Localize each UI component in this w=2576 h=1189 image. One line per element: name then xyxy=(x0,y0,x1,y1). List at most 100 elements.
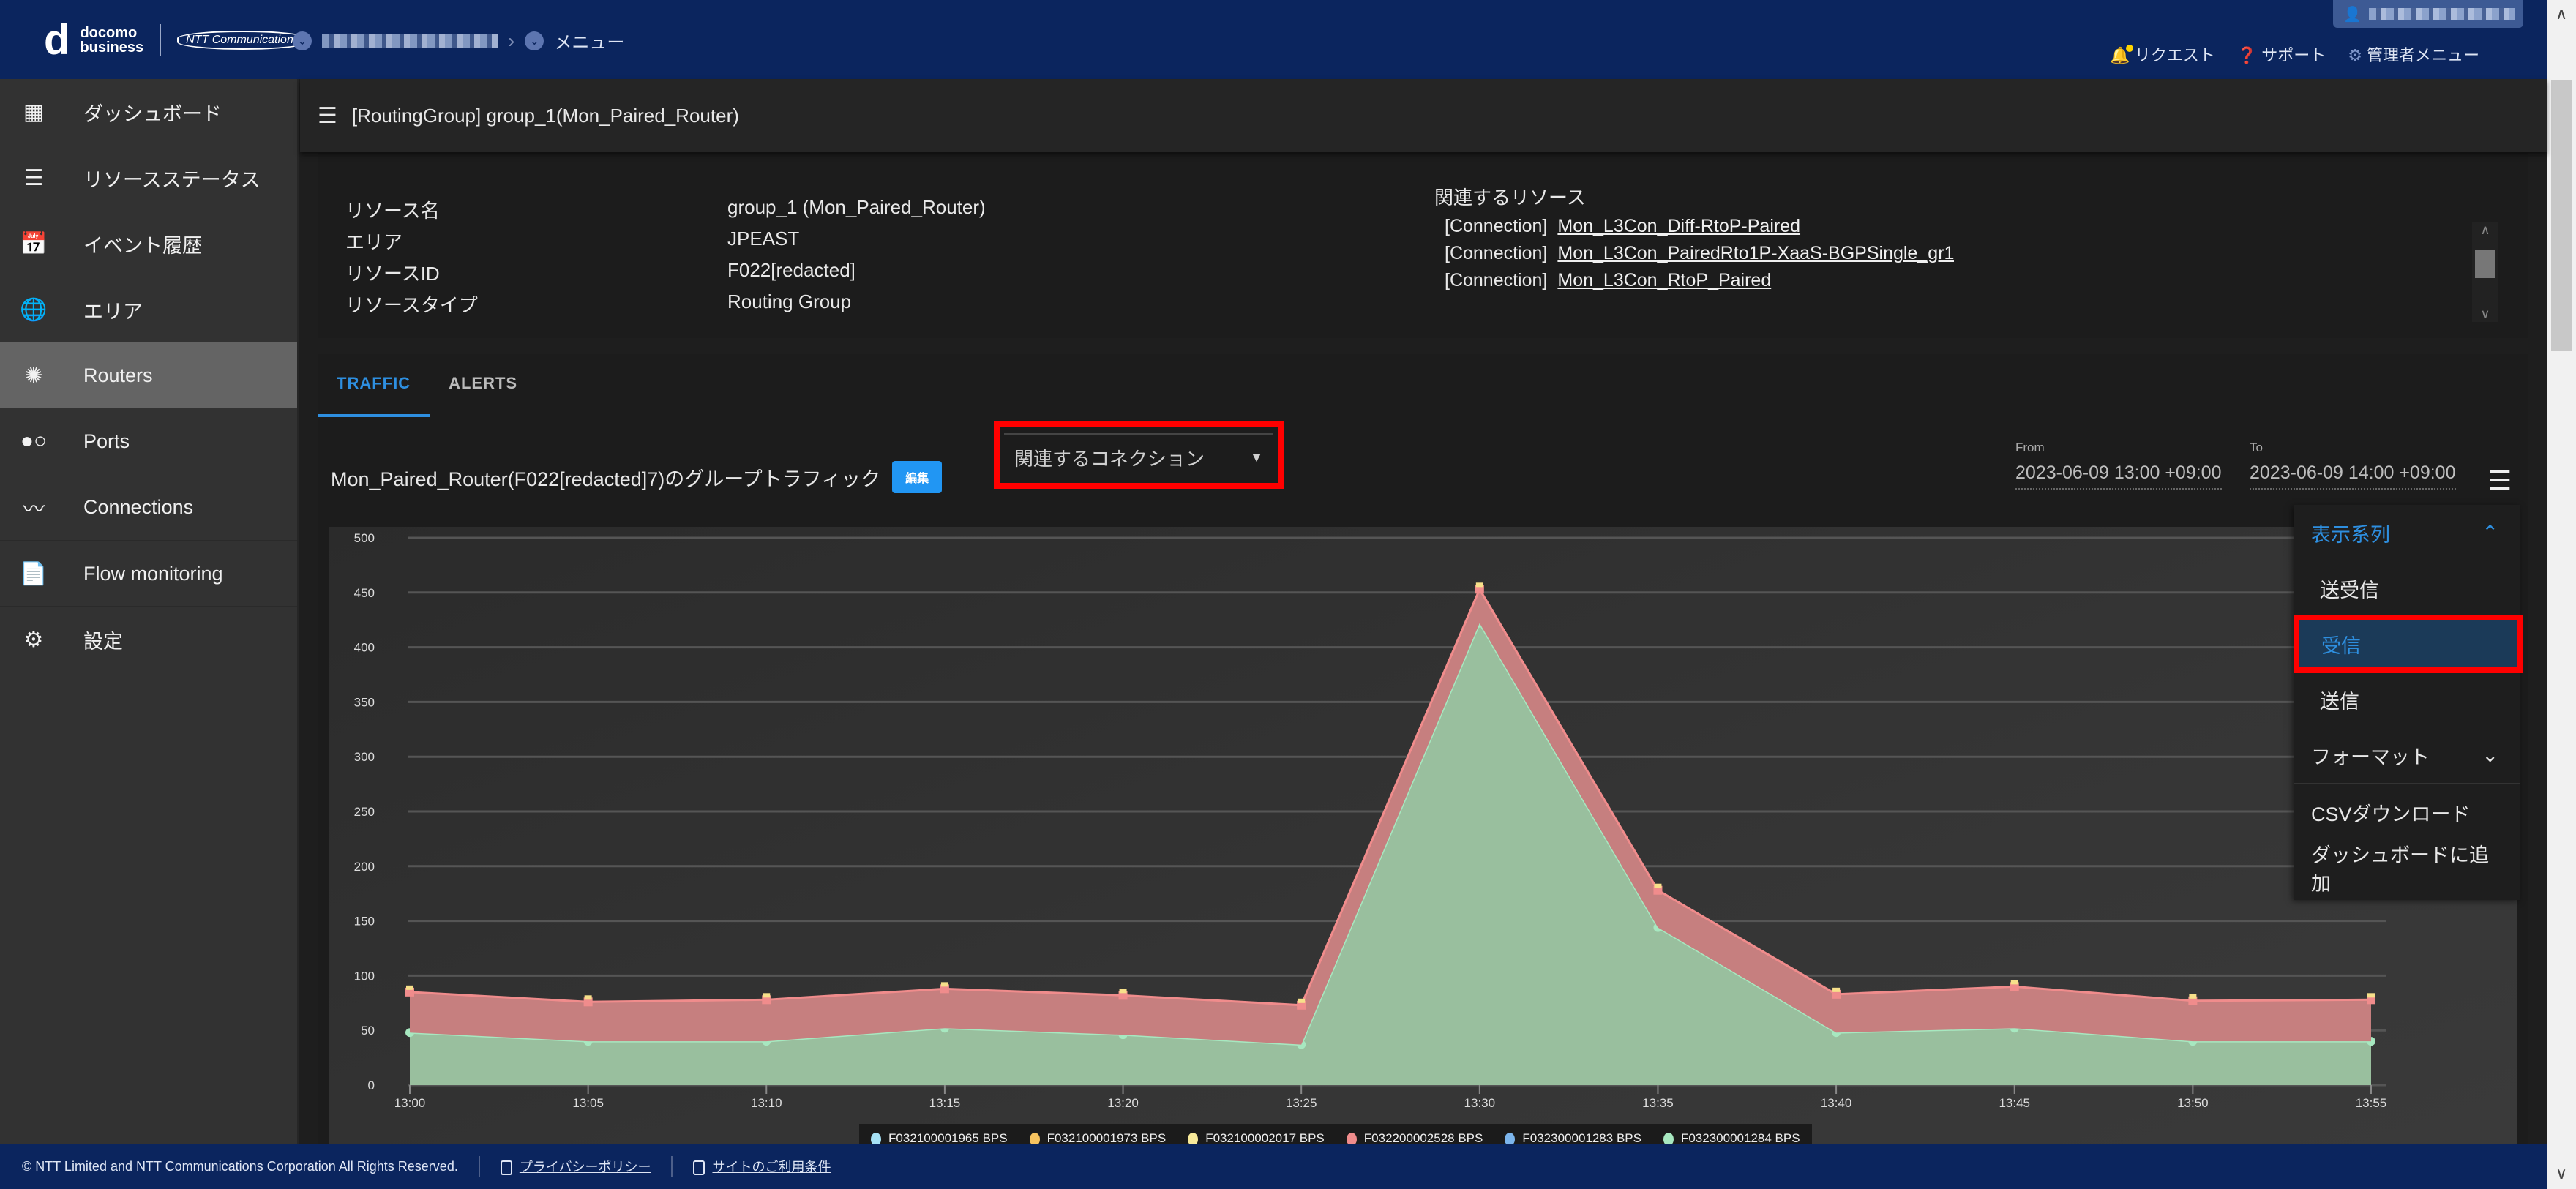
y-tick-label: 300 xyxy=(354,750,375,764)
sidebar-item-area[interactable]: 🌐 エリア xyxy=(0,277,297,342)
related-connection-select-highlight: 関連するコネクション ▼ xyxy=(994,421,1284,489)
breadcrumb-tenant[interactable] xyxy=(322,33,498,48)
menu-series-send[interactable]: 送信 xyxy=(2294,672,2520,727)
to-field[interactable]: To 2023-06-09 14:00 +09:00 xyxy=(2250,440,2456,490)
sidebar-item-label: リソースステータス xyxy=(83,168,261,191)
y-tick-label: 200 xyxy=(354,860,375,874)
copyright: © NTT Limited and NTT Communications Cor… xyxy=(22,1158,458,1174)
window-scrollbar[interactable]: ∧ ∨ xyxy=(2547,0,2576,1189)
related-resource-link[interactable]: Mon_L3Con_RtoP_Paired xyxy=(1557,270,1771,290)
scroll-down-icon[interactable]: ∨ xyxy=(2472,307,2498,322)
sidebar-item-settings[interactable]: ⚙ 設定 xyxy=(0,606,297,672)
related-list-scrollbar[interactable]: ∧ ∨ xyxy=(2472,222,2498,322)
privacy-policy-link[interactable]: プライバシーポリシー xyxy=(520,1160,651,1174)
list-item: [Connection] Mon_L3Con_Diff-RtoP-Paired xyxy=(1445,216,1954,237)
user-name-redacted xyxy=(2368,8,2515,20)
chart-menu-icon[interactable]: ☰ xyxy=(2488,465,2512,496)
docomo-business-logo[interactable]: d docomo business NTT Communications xyxy=(44,19,308,61)
resource-type: [Connection] xyxy=(1445,270,1548,290)
scrollbar-thumb[interactable] xyxy=(2475,250,2496,278)
scroll-up-icon[interactable]: ∧ xyxy=(2547,4,2576,23)
field-label: エリア xyxy=(345,231,403,253)
traffic-panel: TRAFFIC ALERTS Mon_Paired_Router(F022[re… xyxy=(318,354,2528,1153)
admin-menu-label: 管理者メニュー xyxy=(2366,46,2479,64)
hamburger-menu-icon[interactable]: ☰ xyxy=(318,103,337,129)
related-resource-link[interactable]: Mon_L3Con_Diff-RtoP-Paired xyxy=(1557,216,1800,236)
menu-csv-download[interactable]: CSVダウンロード xyxy=(2294,784,2520,840)
menu-add-to-dashboard[interactable]: ダッシュボードに追加 xyxy=(2294,840,2520,896)
field-label: リソースID xyxy=(345,263,440,285)
admin-menu-link[interactable]: ⚙ 管理者メニュー xyxy=(2348,42,2479,66)
related-connection-select[interactable]: 関連するコネクション ▼ xyxy=(1004,433,1273,480)
sidebar-item-event-history[interactable]: 📅 イベント履歴 xyxy=(0,211,297,277)
sidebar-item-routers[interactable]: ✺ Routers xyxy=(0,342,297,408)
to-value[interactable]: 2023-06-09 14:00 +09:00 xyxy=(2250,462,2456,490)
y-tick-label: 100 xyxy=(354,969,375,983)
ports-icon: ●○ xyxy=(20,429,48,453)
menu-series-receive[interactable]: 受信 xyxy=(2294,615,2523,673)
from-label: From xyxy=(2015,440,2045,454)
sidebar-item-flow-monitoring[interactable]: 📄 Flow monitoring xyxy=(0,540,297,606)
menu-display-series[interactable]: 表示系列 ⌃ xyxy=(2294,505,2520,560)
settings-icon: ⚙ xyxy=(23,627,44,652)
tab-alerts[interactable]: ALERTS xyxy=(430,354,536,417)
x-tick-label: 13:45 xyxy=(1999,1096,2030,1110)
y-tick-label: 400 xyxy=(354,641,375,655)
data-point xyxy=(1832,987,1841,992)
footer: © NTT Limited and NTT Communications Cor… xyxy=(0,1144,2547,1189)
related-resources-list: [Connection] Mon_L3Con_Diff-RtoP-Paired [… xyxy=(1434,210,1954,295)
graph-title: Mon_Paired_Router(F022[redacted]7)のグループト… xyxy=(331,468,881,490)
scroll-up-icon[interactable]: ∧ xyxy=(2472,222,2498,238)
help-icon: ❓ xyxy=(2236,46,2258,64)
from-value[interactable]: 2023-06-09 13:00 +09:00 xyxy=(2015,462,2222,490)
chevron-down-circle-icon[interactable]: ⌄ xyxy=(293,31,312,50)
sidebar-item-dashboard[interactable]: ▦ ダッシュボード xyxy=(0,79,297,145)
sidebar-item-label: エリア xyxy=(83,300,143,323)
sidebar-item-connections[interactable]: 〰 Connections xyxy=(0,474,297,540)
menu-format[interactable]: フォーマット ⌄ xyxy=(2294,727,2520,783)
sidebar-item-ports[interactable]: ●○ Ports xyxy=(0,408,297,474)
notification-dot xyxy=(2125,45,2133,52)
x-tick-label: 13:10 xyxy=(751,1096,782,1110)
terms-link[interactable]: サイトのご利用条件 xyxy=(712,1160,831,1174)
bell-icon: 🔔 xyxy=(2110,45,2133,64)
menu-label: 送受信 xyxy=(2320,579,2379,601)
request-link[interactable]: 🔔 リクエスト xyxy=(2110,42,2215,66)
y-tick-label: 500 xyxy=(354,531,375,545)
user-account-button[interactable]: 👤 xyxy=(2333,0,2523,28)
footer-divider xyxy=(478,1156,480,1177)
tab-bar: TRAFFIC ALERTS xyxy=(318,354,536,417)
gear-icon: ⚙ xyxy=(2348,46,2362,64)
resource-info-card: リソース名 group_1 (Mon_Paired_Router) エリア JPEA… xyxy=(318,152,2528,338)
list-item: [Connection] Mon_L3Con_RtoP_Paired xyxy=(1445,270,1954,291)
x-tick-label: 13:35 xyxy=(1642,1096,1674,1110)
logo-text: docomo xyxy=(80,25,138,41)
tab-traffic[interactable]: TRAFFIC xyxy=(318,354,430,417)
scroll-down-icon[interactable]: ∨ xyxy=(2547,1164,2576,1183)
field-value: JPEAST xyxy=(727,228,800,250)
menu-series-send-receive[interactable]: 送受信 xyxy=(2294,560,2520,616)
data-point xyxy=(2189,994,2197,999)
breadcrumb-menu[interactable]: メニュー xyxy=(554,28,624,53)
related-resource-link[interactable]: Mon_L3Con_PairedRto1P-XaaS-BGPSingle_gr1 xyxy=(1557,243,1954,263)
chart-context-menu: 表示系列 ⌃ 送受信 受信 送信 フォーマット ⌄ CSVダウンロード ダッシュボー… xyxy=(2294,505,2523,900)
related-resources: 関連するリソース [Connection] Mon_L3Con_Diff-RtoP… xyxy=(1434,183,1954,295)
data-point xyxy=(2367,993,2375,998)
sidebar: ▦ ダッシュボード ☰ リソースステータス 📅 イベント履歴 🌐 エリア ✺ Router… xyxy=(0,79,299,1144)
page-title: [RoutingGroup] group_1(Mon_Paired_Router… xyxy=(351,104,739,127)
x-tick-label: 13:30 xyxy=(1464,1096,1496,1110)
select-value: 関連するコネクション xyxy=(1014,447,1205,470)
scrollbar-thumb[interactable] xyxy=(2551,80,2572,351)
sidebar-item-label: ダッシュボード xyxy=(83,102,222,125)
privacy-link-wrap: プライバシーポリシー xyxy=(500,1157,651,1176)
page-header: ☰ [RoutingGroup] group_1(Mon_Paired_Rout… xyxy=(300,79,2547,152)
edit-button[interactable]: 編集 xyxy=(892,461,943,493)
chevron-down-circle-icon[interactable]: ⌄ xyxy=(525,31,544,50)
from-field[interactable]: From 2023-06-09 13:00 +09:00 xyxy=(2015,440,2222,490)
support-link[interactable]: ❓ サポート xyxy=(2237,42,2326,66)
sidebar-item-resource-status[interactable]: ☰ リソースステータス xyxy=(0,145,297,211)
sidebar-item-label: Routers xyxy=(83,364,153,386)
calendar-check-icon: 📅 xyxy=(20,231,48,256)
chevron-right-icon: › xyxy=(508,29,515,52)
chevron-up-icon: ⌃ xyxy=(2482,521,2498,544)
